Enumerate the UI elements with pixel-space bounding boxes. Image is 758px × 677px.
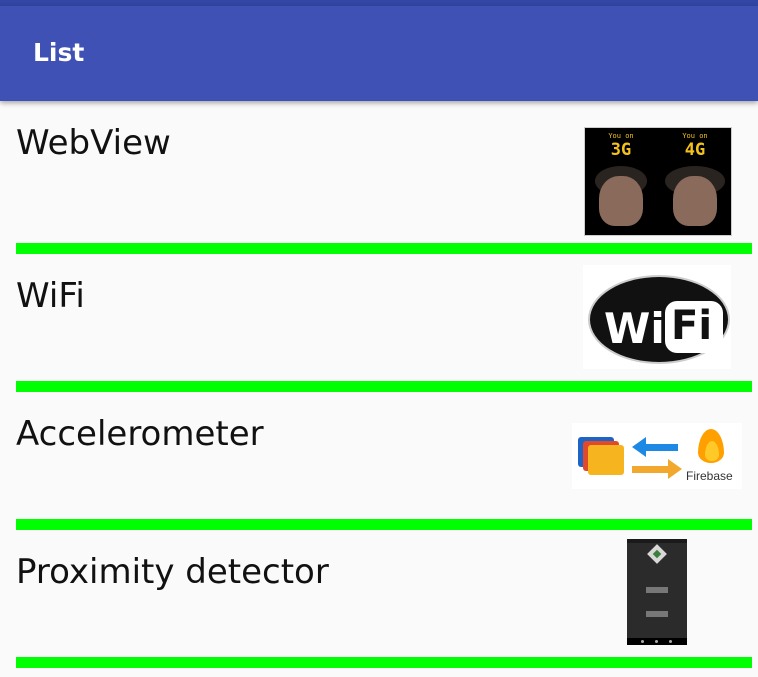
wifi-logo-wi: Wi [604, 304, 665, 353]
back-icon [641, 640, 644, 643]
wifi-logo-fi-box: Fi [665, 301, 723, 353]
wifi-logo-thumbnail: Wi Fi [583, 265, 731, 369]
thumbnail-caption: You on [682, 132, 708, 140]
folder-icon [588, 445, 624, 475]
wifi-logo-fi: Fi [671, 303, 713, 349]
recents-icon [669, 640, 672, 643]
face-shape [599, 176, 643, 226]
thumbnail-network-label: 3G [610, 140, 632, 160]
face-shape [673, 176, 717, 226]
thumbnail-network-label: 4G [684, 140, 706, 160]
item-divider [16, 243, 752, 254]
list-item-webview[interactable]: WebView You on 3G You on 4G [0, 101, 758, 239]
phone-button [646, 611, 668, 617]
home-icon [655, 640, 658, 643]
item-divider [16, 381, 752, 392]
app-bar: List [0, 6, 758, 101]
list-item-wifi[interactable]: WiFi Wi Fi [0, 254, 758, 392]
thumbnail-right-panel: You on 4G [659, 128, 731, 235]
phone-nav-bar [627, 638, 687, 645]
item-divider [16, 657, 752, 668]
arrow-left-icon [642, 444, 678, 451]
thumbnail-left-panel: You on 3G [585, 128, 657, 235]
arrow-right-head [668, 459, 682, 479]
list-item-proximity[interactable]: Proximity detector [0, 530, 758, 668]
arrow-right-icon [632, 466, 668, 473]
list-item-label: Accelerometer [16, 414, 264, 454]
list-item-label: WiFi [16, 276, 85, 316]
firebase-label: Firebase [686, 469, 733, 483]
wifi-logo-oval: Wi Fi [588, 275, 730, 364]
item-divider [16, 519, 752, 530]
app-screenshot-thumbnail [627, 539, 687, 645]
arrow-left-head [632, 437, 646, 457]
firebase-flame-inner [705, 441, 719, 461]
page-title: List [33, 38, 85, 67]
list-item-label: Proximity detector [16, 552, 329, 592]
firebase-thumbnail: Firebase [572, 423, 742, 489]
3g-4g-thumbnail: You on 3G You on 4G [584, 127, 732, 236]
list-item-label: WebView [16, 123, 171, 163]
list-item-accelerometer[interactable]: Accelerometer Firebase [0, 392, 758, 530]
thumbnail-caption: You on [608, 132, 634, 140]
phone-button [646, 587, 668, 593]
phone-status-bar [627, 539, 687, 543]
